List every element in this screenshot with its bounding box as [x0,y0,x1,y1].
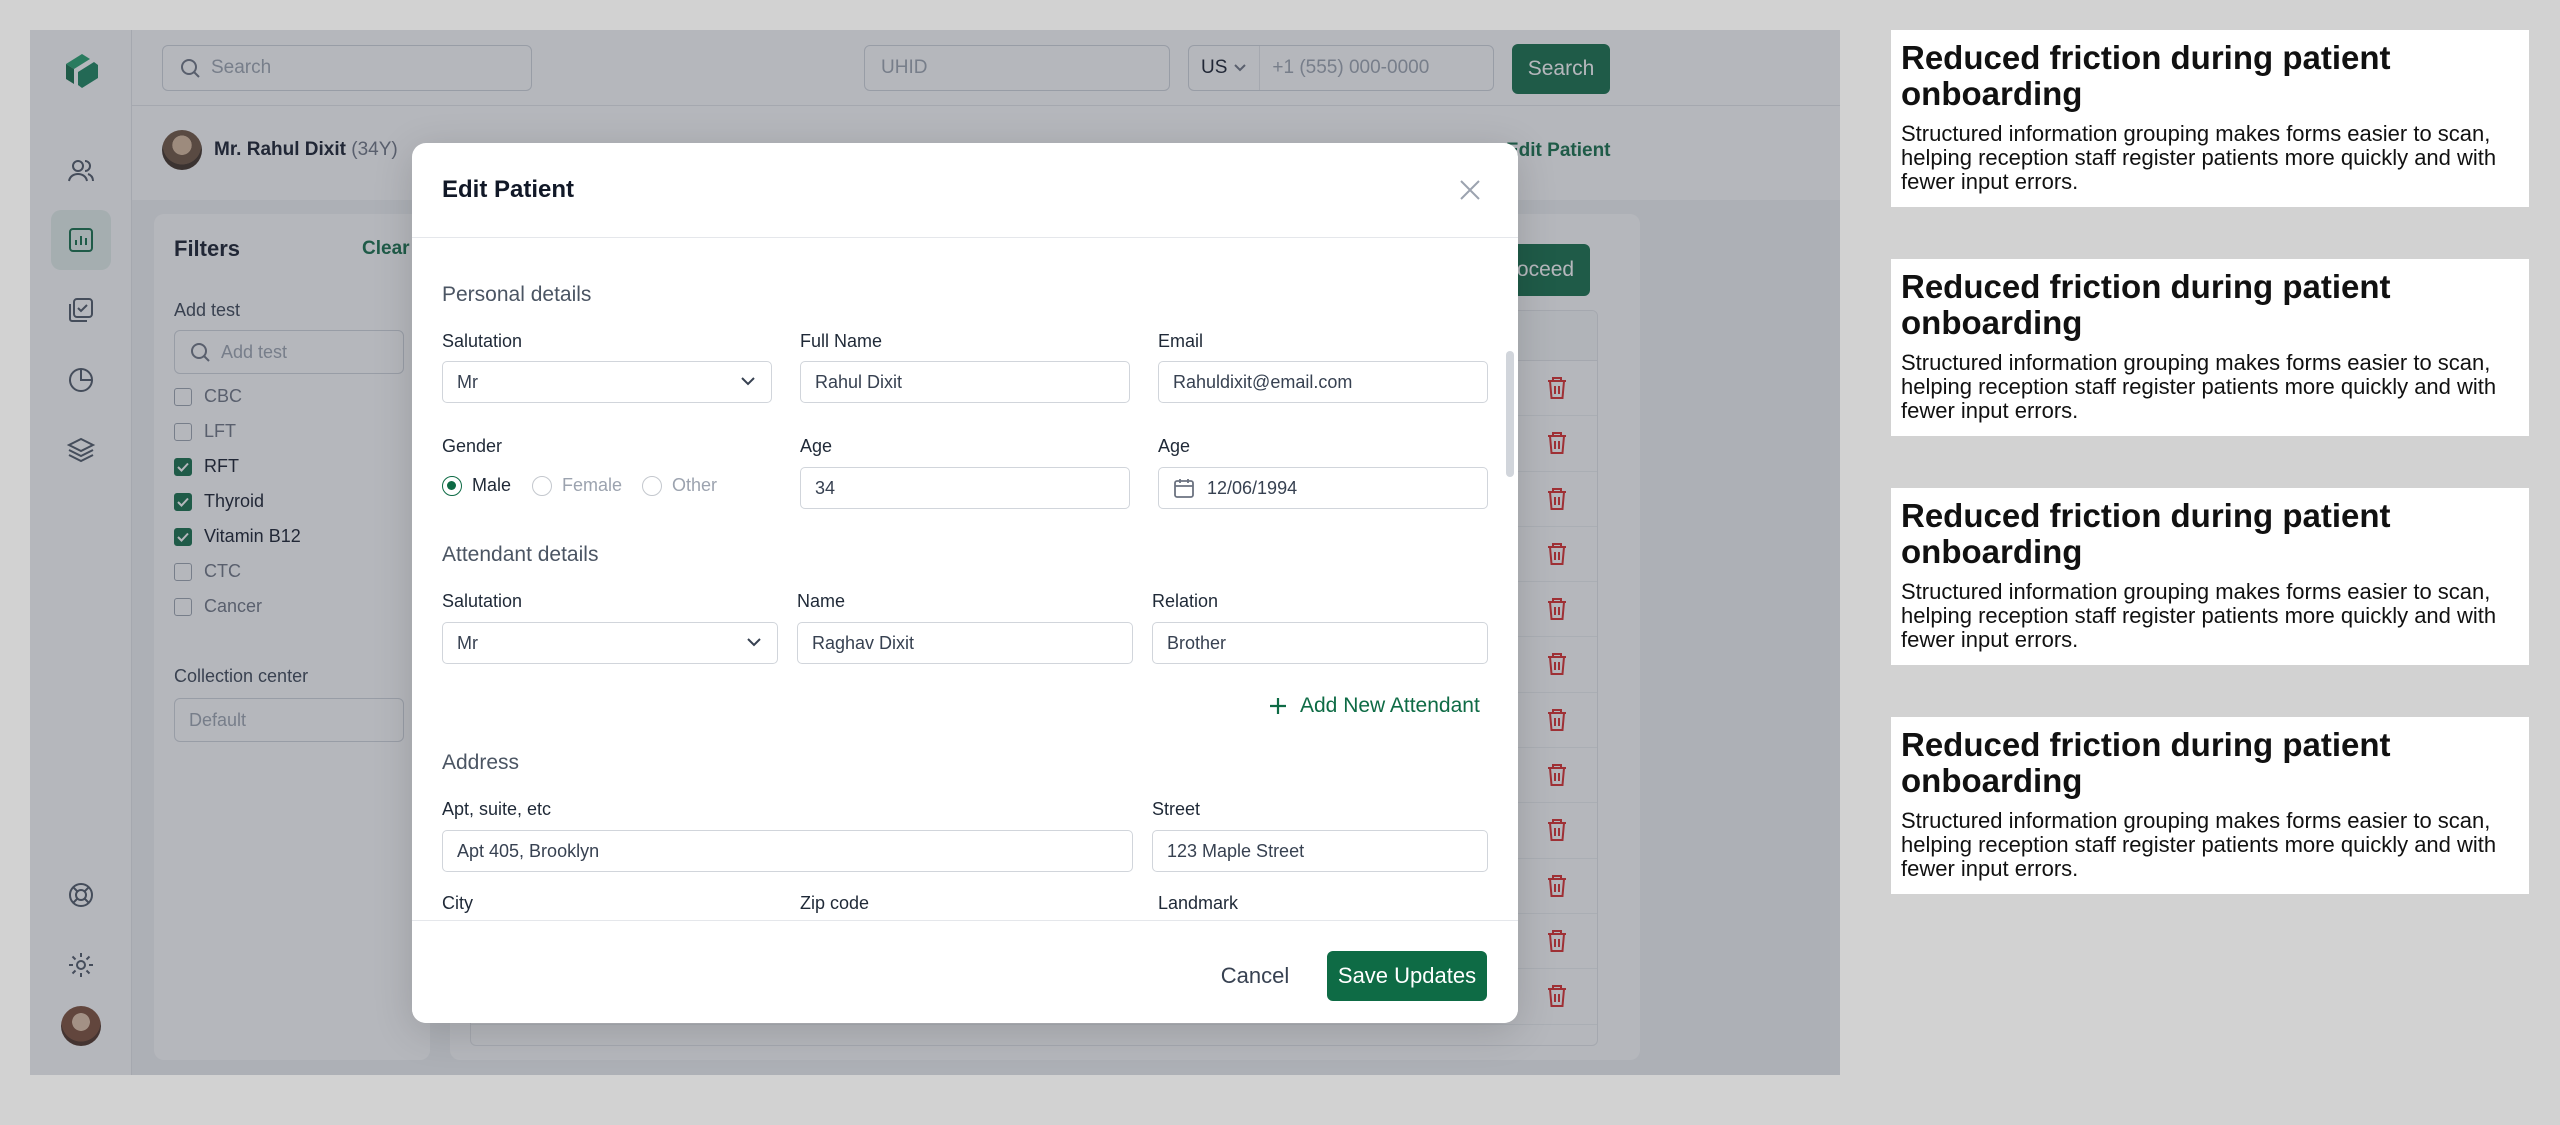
add-new-attendant-label: Add New Attendant [1300,694,1480,717]
address-heading: Address [442,751,520,774]
email-value: Rahuldixit@email.com [1173,371,1353,392]
edit-patient-modal: Edit Patient Personal details Salutation… [412,143,1518,1023]
close-icon[interactable] [1456,176,1484,204]
gender-option-label: Female [562,475,623,495]
dob-value: 12/06/1994 [1207,477,1298,498]
gender-radio-female[interactable]: Female [532,475,622,496]
benefit-card-body: Structured information grouping makes fo… [1901,808,2497,881]
personal-details-heading: Personal details [442,283,592,306]
benefit-card: Reduced friction during patient onboardi… [1891,30,2529,207]
scrollbar-thumb[interactable] [1506,351,1514,477]
modal-body: Personal details Salutation Mr Full Name… [412,239,1518,920]
dob-label: Age [1158,436,1191,456]
street-value: 123 Maple Street [1167,840,1305,861]
attendant-name-value: Raghav Dixit [812,632,915,653]
benefit-card-body: Structured information grouping makes fo… [1901,579,2497,652]
attendant-name-label: Name [797,591,846,611]
save-updates-button[interactable]: Save Updates [1327,951,1487,1001]
dob-input[interactable]: 12/06/1994 [1158,467,1488,509]
gender-radio-other[interactable]: Other [642,475,717,496]
gender-option-label: Other [672,475,718,495]
chevron-down-icon [741,377,755,386]
email-label: Email [1158,331,1204,351]
gender-label: Gender [442,436,503,456]
apt-input[interactable]: Apt 405, Brooklyn [442,830,1133,872]
chevron-down-icon [747,638,761,647]
relation-input[interactable]: Brother [1152,622,1488,664]
radio-dot-icon[interactable] [532,475,552,496]
radio-dot-icon[interactable] [642,475,662,496]
city-label: City [442,893,473,913]
benefit-card: Reduced friction during patient onboardi… [1891,717,2529,894]
gender-radio-male[interactable]: Male [442,475,511,496]
app-window: Search UHID US +1 (555) 000-0000 Search … [30,30,1840,1075]
salutation-value: Mr [457,371,478,392]
attendant-name-input[interactable]: Raghav Dixit [797,622,1133,664]
add-new-attendant-button[interactable]: Add New Attendant [1268,694,1480,718]
benefit-card: Reduced friction during patient onboardi… [1891,259,2529,436]
apt-label: Apt, suite, etc [442,799,552,819]
modal-scrollbar[interactable] [1506,239,1514,920]
fullname-label: Full Name [800,331,883,351]
modal-footer: Cancel Save Updates [412,920,1518,1023]
plus-icon [1270,698,1286,714]
benefit-card: Reduced friction during patient onboardi… [1891,488,2529,665]
benefit-card-title: Reduced friction during patient onboardi… [1901,39,2391,112]
gender-option-label: Male [472,475,512,495]
salutation-select[interactable]: Mr [442,361,772,403]
modal-title: Edit Patient [442,176,575,203]
fullname-value: Rahul Dixit [815,371,903,392]
landmark-label: Landmark [1158,893,1239,913]
zip-label: Zip code [800,893,870,913]
modal-header: Edit Patient [412,143,1518,238]
street-label: Street [1152,799,1201,819]
street-input[interactable]: 123 Maple Street [1152,830,1488,872]
attendant-salutation-select[interactable]: Mr [442,622,778,664]
apt-value: Apt 405, Brooklyn [457,840,600,861]
relation-label: Relation [1152,591,1219,611]
benefit-card-body: Structured information grouping makes fo… [1901,121,2497,194]
age-input[interactable]: 34 [800,467,1130,509]
calendar-icon[interactable] [1173,477,1195,499]
salutation-label: Salutation [442,331,523,351]
benefit-card-title: Reduced friction during patient onboardi… [1901,726,2391,799]
cancel-button[interactable]: Cancel [1200,951,1310,1001]
age-label: Age [800,436,833,456]
relation-value: Brother [1167,632,1227,653]
radio-dot-icon[interactable] [442,475,462,496]
email-input[interactable]: Rahuldixit@email.com [1158,361,1488,403]
benefit-card-body: Structured information grouping makes fo… [1901,350,2497,423]
benefit-card-title: Reduced friction during patient onboardi… [1901,268,2391,341]
gender-radio-group: Male Female Other [442,475,782,499]
attendant-details-heading: Attendant details [442,543,599,566]
attendant-salutation-value: Mr [457,632,478,653]
fullname-input[interactable]: Rahul Dixit [800,361,1130,403]
age-value: 34 [815,477,836,498]
benefit-card-title: Reduced friction during patient onboardi… [1901,497,2391,570]
attendant-salutation-label: Salutation [442,591,523,611]
